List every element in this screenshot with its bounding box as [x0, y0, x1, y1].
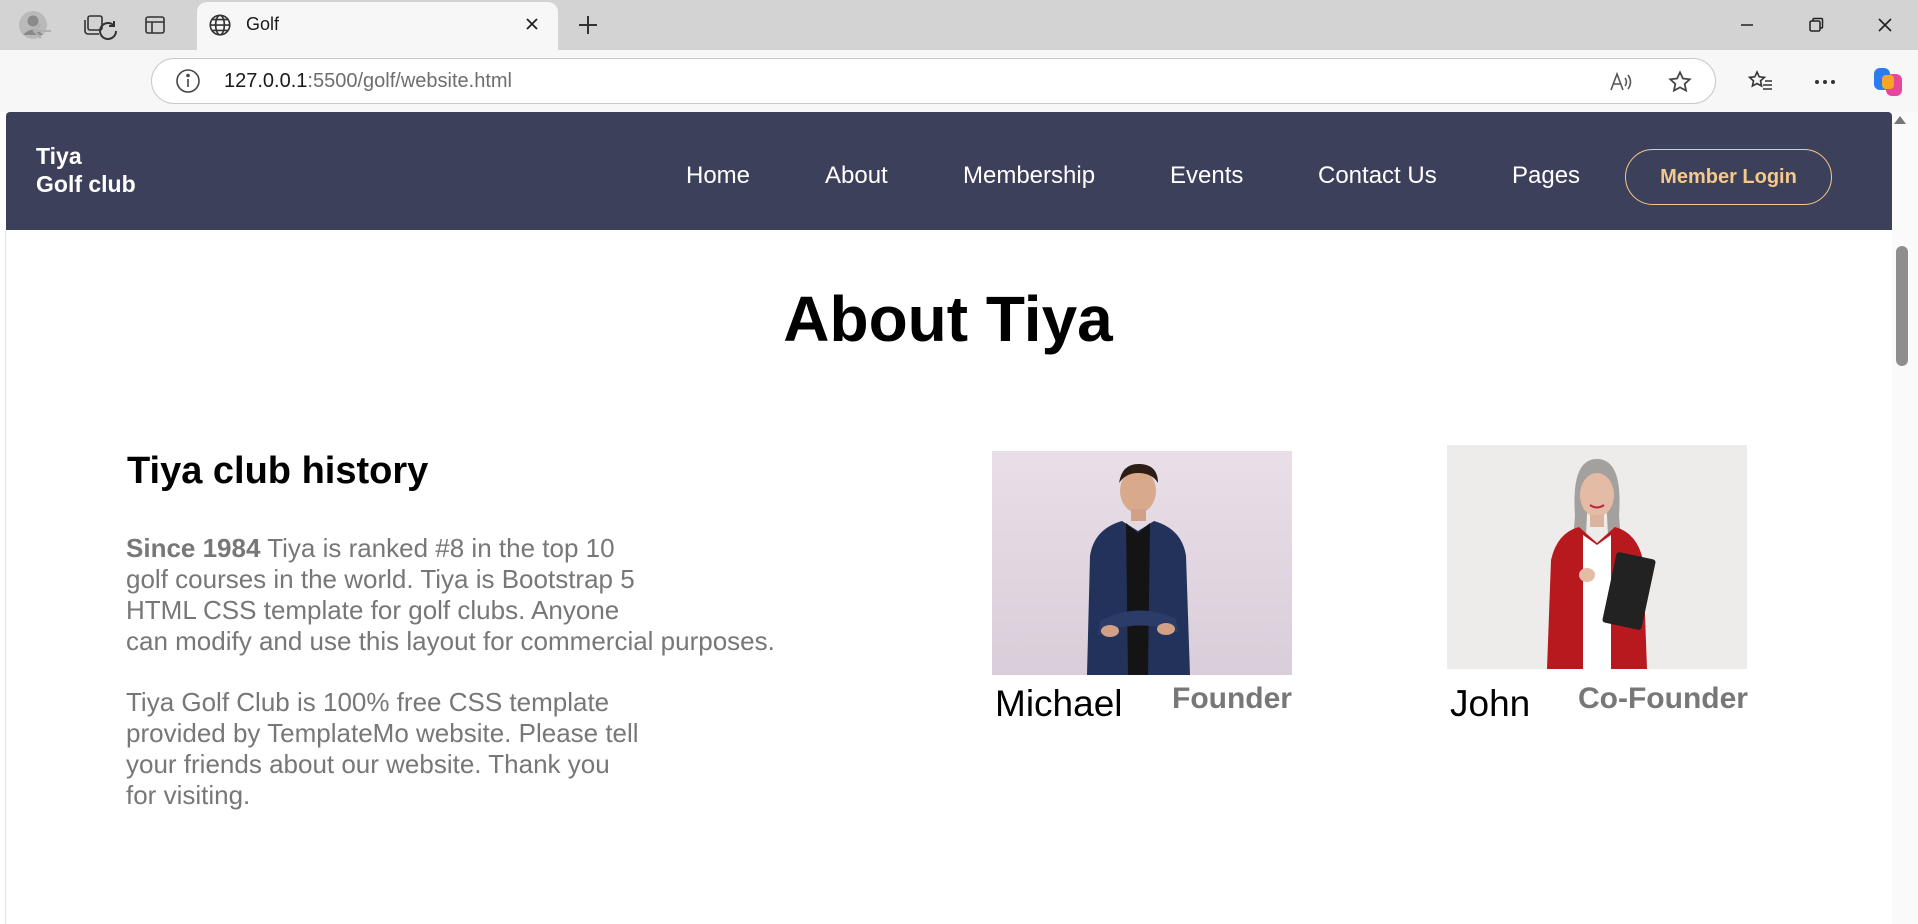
scroll-up-arrow-icon[interactable]: [1894, 116, 1906, 124]
tab-title: Golf: [246, 14, 280, 34]
team-role-michael: Founder: [1172, 682, 1292, 715]
michael-photo: [992, 451, 1292, 675]
p1-line-2: golf courses in the world. Tiya is Boots…: [126, 564, 635, 594]
favorites-icon[interactable]: [1741, 63, 1779, 101]
p1-line-4: can modify and use this layout for comme…: [126, 626, 775, 656]
brand-line-2: Golf club: [36, 171, 136, 197]
tab-actions-icon[interactable]: [138, 8, 172, 42]
nav-contact-us[interactable]: Contact Us: [1318, 162, 1437, 190]
nav-membership[interactable]: Membership: [963, 162, 1095, 190]
back-icon[interactable]: [24, 13, 60, 49]
close-tab-icon[interactable]: [520, 12, 544, 41]
scrollbar-thumb[interactable]: [1896, 246, 1908, 366]
page-title: About Tiya: [783, 283, 1113, 355]
john-photo: [1447, 445, 1747, 669]
team-role-john: Co-Founder: [1578, 682, 1748, 715]
site-brand[interactable]: Tiya Golf club: [36, 142, 136, 198]
url-path: :5500/golf/website.html: [307, 70, 512, 92]
team-name-michael: Michael: [995, 683, 1123, 724]
nav-events[interactable]: Events: [1170, 162, 1243, 190]
url-host: 127.0.0.1: [224, 70, 308, 92]
nav-about[interactable]: About: [825, 162, 888, 190]
history-paragraph-2: Tiya Golf Club is 100% free CSS template…: [126, 687, 686, 811]
member-login-button[interactable]: Member Login: [1625, 149, 1832, 205]
since-year: Since 1984: [126, 533, 261, 563]
p1-line-1-text: Tiya is ranked #8 in the top 10: [260, 533, 615, 563]
p2-line-2: provided by TemplateMo website. Please t…: [126, 718, 639, 748]
close-window-icon[interactable]: [1868, 8, 1902, 42]
p2-line-1: Tiya Golf Club is 100% free CSS template: [126, 687, 610, 717]
nav-home[interactable]: Home: [686, 162, 750, 190]
more-menu-icon[interactable]: [1806, 63, 1844, 101]
minimize-icon[interactable]: [1730, 8, 1764, 42]
favorite-star-icon[interactable]: [1664, 66, 1696, 98]
team-name-john: John: [1450, 683, 1531, 724]
refresh-icon[interactable]: [90, 13, 126, 49]
p2-line-4: for visiting.: [126, 780, 251, 810]
brand-line-1: Tiya: [36, 143, 82, 169]
nav-pages[interactable]: Pages: [1512, 162, 1580, 190]
url-text[interactable]: 127.0.0.1:5500/golf/website.html: [224, 70, 512, 93]
p1-line-3: HTML CSS template for golf clubs. Anyone: [126, 595, 620, 625]
p2-line-3: your friends about our website. Thank yo…: [126, 749, 610, 779]
history-heading: Tiya club history: [127, 450, 429, 492]
history-paragraph-1: Since 1984 Tiya is ranked #8 in the top …: [126, 533, 826, 657]
page-scrollbar[interactable]: [1892, 112, 1918, 924]
globe-icon: [207, 12, 233, 43]
restore-icon[interactable]: [1799, 8, 1833, 42]
site-navbar: [6, 112, 1892, 230]
p1-line-1: Since 1984 Tiya is ranked #8 in the top …: [126, 533, 826, 564]
new-tab-icon[interactable]: [571, 8, 605, 47]
copilot-icon[interactable]: [1869, 63, 1907, 101]
site-info-icon[interactable]: [174, 67, 202, 100]
read-aloud-icon[interactable]: [1605, 66, 1637, 98]
